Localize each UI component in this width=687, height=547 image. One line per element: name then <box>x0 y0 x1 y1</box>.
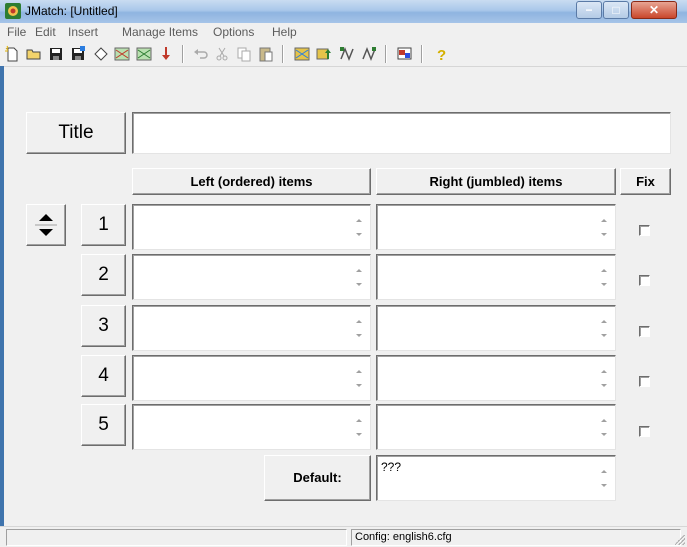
left-item-3[interactable] <box>132 305 371 351</box>
right-item-2-scrollbar[interactable] <box>597 257 613 297</box>
export-web-icon[interactable] <box>293 45 311 63</box>
fix-checkbox-5[interactable] <box>639 426 650 437</box>
left-item-4-scrollbar[interactable] <box>352 358 368 398</box>
save-as-icon[interactable] <box>69 45 87 63</box>
maximize-icon: □ <box>612 3 620 17</box>
status-bar: Config: english6.cfg <box>0 526 687 547</box>
match-icon[interactable] <box>360 45 378 63</box>
paste-icon[interactable] <box>257 45 275 63</box>
open-folder-icon[interactable] <box>25 45 43 63</box>
config-icon[interactable] <box>396 45 414 63</box>
jmatch-app-icon <box>5 3 21 19</box>
left-item-1[interactable] <box>132 204 371 250</box>
default-input-text: ??? <box>381 460 402 474</box>
toolbar-separator <box>182 45 184 63</box>
default-input-scrollbar[interactable] <box>597 458 613 498</box>
right-item-1-scrollbar[interactable] <box>597 207 613 247</box>
default-label: Default: <box>264 455 371 501</box>
jmatch-window: JMatch: [Untitled] − □ ✕ File Edit Inser… <box>0 0 687 547</box>
left-item-2-scrollbar[interactable] <box>352 257 368 297</box>
toolbar-separator <box>282 45 284 63</box>
background-window-edge <box>0 66 4 546</box>
fix-checkbox-2[interactable] <box>639 275 650 286</box>
right-item-4-scrollbar[interactable] <box>597 358 613 398</box>
left-items-header: Left (ordered) items <box>132 168 371 195</box>
reorder-stepper[interactable] <box>26 204 66 246</box>
right-item-3[interactable] <box>376 305 616 351</box>
copy-icon[interactable] <box>235 45 253 63</box>
svg-text:?: ? <box>437 47 446 63</box>
minimize-icon: − <box>585 3 593 17</box>
right-items-header: Right (jumbled) items <box>376 168 616 195</box>
status-panel-left <box>6 529 347 546</box>
export-upload-icon[interactable] <box>315 45 333 63</box>
add-text-icon[interactable] <box>157 45 175 63</box>
fix-header: Fix <box>620 168 671 195</box>
left-item-5-scrollbar[interactable] <box>352 407 368 447</box>
row-number-5: 5 <box>81 404 126 446</box>
move-up-icon <box>39 214 53 221</box>
cut-icon[interactable] <box>213 45 231 63</box>
status-config-text: Config: english6.cfg <box>355 531 452 543</box>
shuffle-icon[interactable] <box>338 45 356 63</box>
menu-edit[interactable]: Edit <box>35 25 56 39</box>
menu-file[interactable]: File <box>7 25 26 39</box>
left-item-3-scrollbar[interactable] <box>352 308 368 348</box>
menu-bar: File Edit Insert Manage Items Options He… <box>0 23 687 42</box>
right-item-3-scrollbar[interactable] <box>597 308 613 348</box>
up-down-arrows-icon <box>35 214 57 236</box>
web-page-icon[interactable] <box>113 45 131 63</box>
row-number-4: 4 <box>81 355 126 397</box>
row-number-2: 2 <box>81 254 126 296</box>
right-item-1[interactable] <box>376 204 616 250</box>
fix-checkbox-3[interactable] <box>639 326 650 337</box>
help-icon[interactable]: ? <box>432 45 450 63</box>
save-icon[interactable] <box>47 45 65 63</box>
close-icon: ✕ <box>648 3 660 17</box>
right-item-5[interactable] <box>376 404 616 450</box>
move-down-icon <box>39 229 53 236</box>
row-number-1: 1 <box>81 204 126 246</box>
left-item-5[interactable] <box>132 404 371 450</box>
menu-help[interactable]: Help <box>272 25 297 39</box>
row-number-3: 3 <box>81 305 126 347</box>
window-title: JMatch: [Untitled] <box>25 4 118 18</box>
menu-insert[interactable]: Insert <box>68 25 98 39</box>
maximize-button[interactable]: □ <box>603 1 629 19</box>
menu-options[interactable]: Options <box>213 25 254 39</box>
title-label-text: Title <box>58 122 94 143</box>
web-page-drag-icon[interactable] <box>135 45 153 63</box>
toolbar: ? <box>0 42 687 67</box>
undo-icon[interactable] <box>192 45 210 63</box>
right-item-4[interactable] <box>376 355 616 401</box>
toolbar-separator <box>385 45 387 63</box>
clear-icon[interactable] <box>92 45 110 63</box>
resize-grip[interactable] <box>675 535 685 545</box>
new-file-icon[interactable] <box>3 45 21 63</box>
title-input[interactable] <box>132 112 671 154</box>
toolbar-separator <box>421 45 423 63</box>
fix-checkbox-4[interactable] <box>639 376 650 387</box>
menu-manage-items[interactable]: Manage Items <box>122 25 198 39</box>
default-input[interactable]: ??? <box>376 455 616 501</box>
minimize-button[interactable]: − <box>576 1 602 19</box>
fix-checkbox-1[interactable] <box>639 225 650 236</box>
status-panel-config: Config: english6.cfg <box>351 529 681 546</box>
left-item-2[interactable] <box>132 254 371 300</box>
right-item-2[interactable] <box>376 254 616 300</box>
title-bar[interactable]: JMatch: [Untitled] − □ ✕ <box>0 0 687 24</box>
close-button[interactable]: ✕ <box>631 1 677 19</box>
right-item-5-scrollbar[interactable] <box>597 407 613 447</box>
left-item-4[interactable] <box>132 355 371 401</box>
title-label: Title <box>26 112 126 154</box>
left-item-1-scrollbar[interactable] <box>352 207 368 247</box>
